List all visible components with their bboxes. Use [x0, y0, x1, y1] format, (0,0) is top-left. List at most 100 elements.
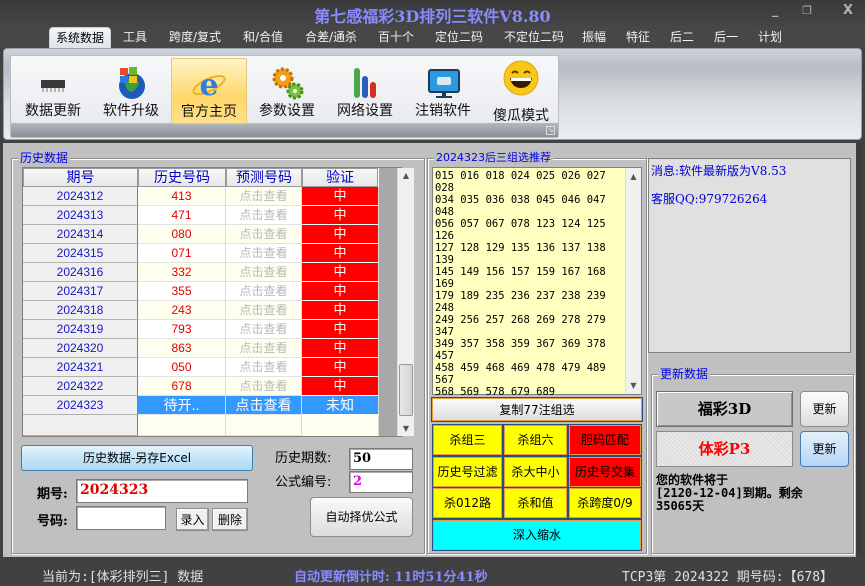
ribbon-group: ↘ 数据更新 软件升级 e 官方主页 参数设置 网络设置 注销软件 傻瓜模式	[10, 55, 559, 138]
kill-size-button[interactable]: 杀大中小	[504, 457, 567, 487]
tab-system-data[interactable]: 系统数据	[49, 27, 111, 48]
network-settings-button[interactable]: 网络设置	[327, 58, 403, 124]
prediction-cell[interactable]: 点击查看	[226, 377, 302, 396]
col-verify[interactable]: 验证	[302, 168, 378, 187]
parameter-settings-button[interactable]: 参数设置	[249, 58, 325, 124]
kill-012-button[interactable]: 杀012路	[433, 488, 502, 518]
copy-combos-button[interactable]: 复制77注组选	[432, 398, 642, 421]
kill-sum-button[interactable]: 杀和值	[504, 488, 567, 518]
data-update-button[interactable]: 数据更新	[15, 58, 91, 124]
scroll-up-icon[interactable]: ▲	[626, 172, 641, 181]
history-filter-button[interactable]: 历史号过滤	[433, 457, 502, 487]
network-settings-label: 网络设置	[337, 103, 393, 119]
minimize-button[interactable]: _	[765, 4, 785, 20]
prediction-cell[interactable]: 点击查看	[226, 320, 302, 339]
tab-tools[interactable]: 工具	[116, 27, 154, 48]
kill-group6-button[interactable]: 杀组六	[504, 425, 567, 455]
table-row[interactable]: 2024320 863 点击查看中	[23, 339, 379, 358]
auto-formula-button[interactable]: 自动择优公式	[310, 497, 413, 537]
recommend-scrollbar[interactable]: ▲ ▼	[625, 168, 641, 394]
tab-sum[interactable]: 和/合值	[236, 27, 290, 48]
history-number-cell: 471	[138, 206, 226, 225]
history-count-label: 历史期数:	[275, 451, 332, 466]
tab-feature[interactable]: 特征	[620, 27, 656, 48]
verify-cell: 中	[302, 320, 379, 339]
prediction-cell[interactable]: 点击查看	[226, 339, 302, 358]
history-number-cell: 071	[138, 244, 226, 263]
history-intersect-button[interactable]: 历史号交集	[569, 457, 641, 487]
scroll-up-icon[interactable]: ▲	[398, 171, 414, 180]
table-row[interactable]: 2024317 355 点击查看中	[23, 282, 379, 301]
tab-last-two[interactable]: 后二	[664, 27, 700, 48]
table-row[interactable]: 2024314 080 点击查看中	[23, 225, 379, 244]
tab-diff[interactable]: 合差/通杀	[298, 27, 364, 48]
table-row[interactable]: 2024323 待开.. 点击查看 未知	[23, 396, 379, 415]
table-row[interactable]: 2024312 413 点击查看中	[23, 187, 379, 206]
restore-button[interactable]: ❐	[797, 4, 817, 20]
tab-last-one[interactable]: 后一	[708, 27, 744, 48]
recommend-textarea[interactable]: 015 016 018 024 025 026 027 028 034 035 …	[432, 167, 642, 398]
table-row[interactable]: 2024316 332 点击查看中	[23, 263, 379, 282]
tab-positions[interactable]: 百十个	[372, 27, 420, 48]
tab-amplitude[interactable]: 振幅	[576, 27, 612, 48]
history-legend: 历史数据	[18, 151, 71, 165]
scroll-down-icon[interactable]: ▼	[626, 381, 641, 390]
verify-cell: 中	[302, 377, 379, 396]
fool-mode-button[interactable]: 傻瓜模式	[483, 58, 559, 124]
number-input[interactable]	[76, 506, 166, 530]
table-row[interactable]: 2024318 243 点击查看中	[23, 301, 379, 320]
history-number-cell-empty	[138, 415, 226, 436]
kill-span-button[interactable]: 杀跨度0/9	[569, 488, 641, 518]
tab-unfixed-two[interactable]: 不定位二码	[497, 27, 571, 48]
scroll-down-icon[interactable]: ▼	[398, 424, 414, 433]
tab-plan[interactable]: 计划	[752, 27, 788, 48]
monitor-icon	[428, 69, 460, 98]
history-scrollbar[interactable]: ▲ ▼	[397, 168, 414, 436]
logout-software-button[interactable]: 注销软件	[405, 58, 481, 124]
table-row[interactable]: 2024313 471 点击查看中	[23, 206, 379, 225]
col-prediction[interactable]: 预测号码	[226, 168, 302, 187]
prediction-cell[interactable]: 点击查看	[226, 301, 302, 320]
scroll-thumb[interactable]	[399, 364, 413, 416]
enter-button[interactable]: 录入	[176, 508, 209, 531]
table-row[interactable]: 2024319 793 点击查看中	[23, 320, 379, 339]
tab-span[interactable]: 跨度/复式	[162, 27, 228, 48]
formula-input[interactable]: 2	[349, 471, 413, 493]
dialog-launcher-icon[interactable]: ↘	[546, 126, 555, 135]
history-count-input[interactable]: 50	[349, 448, 413, 470]
export-excel-button[interactable]: 历史数据-另存Excel	[21, 445, 253, 471]
update-p3-button[interactable]: 更新	[800, 431, 849, 467]
col-period[interactable]: 期号	[23, 168, 138, 187]
prediction-cell[interactable]: 点击查看	[226, 396, 302, 415]
number-label: 号码:	[37, 514, 68, 529]
prediction-cell[interactable]: 点击查看	[226, 244, 302, 263]
close-button[interactable]: X	[838, 4, 858, 20]
prediction-cell[interactable]: 点击查看	[226, 282, 302, 301]
windows-globe-icon	[119, 67, 145, 99]
dan-match-button[interactable]: 胆码匹配	[569, 425, 641, 455]
table-row[interactable]: 2024315 071 点击查看中	[23, 244, 379, 263]
prediction-cell[interactable]: 点击查看	[226, 263, 302, 282]
prediction-cell[interactable]: 点击查看	[226, 187, 302, 206]
prediction-cell[interactable]: 点击查看	[226, 358, 302, 377]
fc3d-button[interactable]: 福彩3D	[656, 391, 793, 427]
expiry-notice: 您的软件将于 [2120-12-04]到期。剩余 35065天	[656, 474, 851, 513]
homepage-button[interactable]: e 官方主页	[171, 58, 247, 124]
deep-filter-button[interactable]: 深入缩水	[433, 520, 641, 550]
update-fc3d-button[interactable]: 更新	[800, 391, 849, 427]
kill-group3-button[interactable]: 杀组三	[433, 425, 502, 455]
tab-fixed-two[interactable]: 定位二码	[428, 27, 490, 48]
delete-button[interactable]: 删除	[212, 508, 248, 531]
prediction-cell[interactable]: 点击查看	[226, 225, 302, 244]
period-cell: 2024316	[23, 263, 138, 282]
prediction-cell-empty	[226, 415, 302, 436]
p3-button[interactable]: 体彩P3	[656, 431, 793, 467]
table-row[interactable]: 2024321 050 点击查看中	[23, 358, 379, 377]
history-number-cell: 863	[138, 339, 226, 358]
col-history-number[interactable]: 历史号码	[138, 168, 226, 187]
table-row[interactable]: 2024322 678 点击查看中	[23, 377, 379, 396]
period-input[interactable]: 2024323	[76, 479, 248, 503]
software-upgrade-button[interactable]: 软件升级	[93, 58, 169, 124]
prediction-cell[interactable]: 点击查看	[226, 206, 302, 225]
period-cell-empty	[23, 415, 138, 436]
